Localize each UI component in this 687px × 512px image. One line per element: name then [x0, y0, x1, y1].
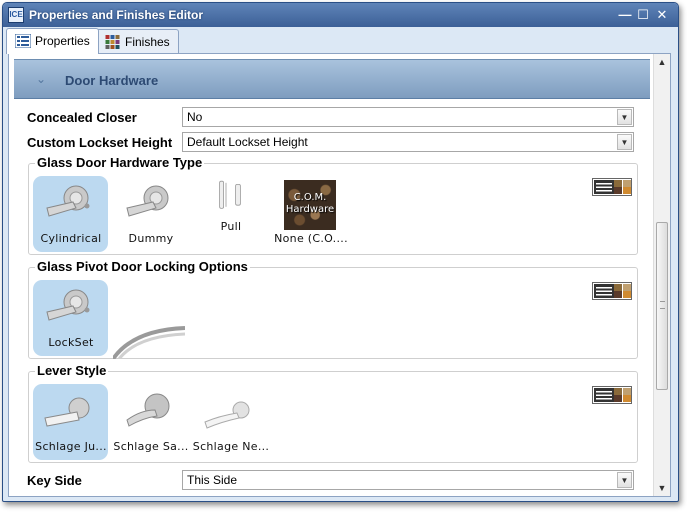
concealed-closer-label: Concealed Closer — [27, 110, 137, 125]
lockset-lever-icon — [46, 289, 90, 321]
lever-style-group: Lever Style Schlage Ju... Schlage Sa... … — [28, 363, 638, 463]
close-button[interactable]: ✕ — [653, 6, 671, 24]
grid-view-icon — [614, 388, 631, 402]
grip-icon — [660, 301, 665, 309]
option-caption: Dummy — [128, 232, 174, 245]
lever-handle-icon — [204, 401, 250, 429]
tab-bar: Properties Finishes — [3, 27, 678, 54]
key-side-label: Key Side — [27, 473, 82, 488]
view-mode-toggle[interactable] — [592, 178, 632, 196]
scroll-up-icon[interactable]: ▲ — [654, 54, 670, 70]
grid-view-icon — [614, 180, 631, 194]
door-hardware-section-header[interactable]: ⌄ Door Hardware — [14, 59, 650, 99]
option-caption: LockSet — [48, 336, 94, 349]
chevron-down-icon[interactable]: ▼ — [617, 134, 632, 150]
option-lockset[interactable]: LockSet — [31, 280, 111, 358]
title-bar[interactable]: ICE Properties and Finishes Editor — ☐ ✕ — [3, 3, 678, 27]
option-caption: Schlage Ju... — [35, 440, 107, 453]
option-schlage-jupiter[interactable]: Schlage Ju... — [31, 384, 111, 462]
grid-view-icon — [614, 284, 631, 298]
option-caption: Schlage Sa... — [113, 440, 189, 453]
app-logo-icon: ICE — [8, 7, 24, 23]
color-grid-icon — [105, 35, 120, 49]
window-title: Properties and Finishes Editor — [29, 8, 204, 22]
tab-properties-label: Properties — [35, 34, 90, 48]
tab-properties[interactable]: Properties — [6, 28, 99, 54]
key-side-row: Key Side This Side ▼ — [27, 470, 637, 490]
com-hardware-thumbnail: C.O.M. Hardware — [283, 178, 337, 230]
maximize-button[interactable]: ☐ — [634, 6, 652, 24]
custom-lockset-height-row: Custom Lockset Height Default Lockset He… — [27, 132, 637, 152]
key-side-value: This Side — [187, 473, 238, 487]
option-caption: Schlage Ne... — [192, 440, 270, 453]
list-icon — [15, 34, 31, 48]
group-title: Lever Style — [35, 363, 109, 378]
group-title: Glass Door Hardware Type — [35, 155, 205, 170]
concealed-closer-row: Concealed Closer No ▼ — [27, 107, 637, 127]
custom-lockset-height-dropdown[interactable]: Default Lockset Height ▼ — [182, 132, 634, 152]
key-side-dropdown[interactable]: This Side ▼ — [182, 470, 634, 490]
list-view-icon — [594, 180, 614, 194]
dummy-lever-icon — [126, 185, 169, 217]
option-schlage-neptune[interactable]: Schlage Ne... — [191, 384, 271, 462]
option-caption: None (C.O.... — [274, 232, 348, 245]
glass-door-hardware-type-group: Glass Door Hardware Type Cylindrical Dum… — [28, 155, 638, 255]
custom-lockset-height-label: Custom Lockset Height — [27, 135, 173, 150]
tab-finishes[interactable]: Finishes — [96, 29, 179, 53]
com-hardware-thumb-text: C.O.M. Hardware — [284, 180, 336, 230]
section-title: Door Hardware — [65, 73, 159, 88]
list-view-icon — [594, 284, 614, 298]
properties-finishes-window: ICE Properties and Finishes Editor — ☐ ✕… — [2, 2, 679, 502]
glass-pivot-locking-group: Glass Pivot Door Locking Options LockSet — [28, 259, 638, 359]
door-pull-icon — [219, 180, 241, 209]
collapse-chevron-icon[interactable]: ⌄ — [36, 72, 46, 86]
group-title: Glass Pivot Door Locking Options — [35, 259, 250, 274]
scroll-down-icon[interactable]: ▼ — [654, 480, 670, 496]
option-dummy[interactable]: Dummy — [111, 176, 191, 254]
minimize-button[interactable]: — — [616, 6, 634, 24]
chevron-down-icon[interactable]: ▼ — [617, 472, 632, 488]
view-mode-toggle[interactable] — [592, 386, 632, 404]
tab-finishes-label: Finishes — [125, 35, 170, 49]
lever-handle-icon — [126, 393, 170, 427]
concealed-closer-value: No — [187, 110, 203, 124]
lever-handle-icon — [46, 185, 90, 217]
option-caption: Pull — [220, 220, 242, 233]
pivot-arc-thumbnail — [113, 326, 185, 359]
option-schlage-saturn[interactable]: Schlage Sa... — [111, 384, 191, 462]
custom-lockset-height-value: Default Lockset Height — [187, 135, 308, 149]
concealed-closer-dropdown[interactable]: No ▼ — [182, 107, 634, 127]
list-view-icon — [594, 388, 614, 402]
lever-handle-icon — [44, 397, 90, 427]
option-caption: Cylindrical — [40, 232, 102, 245]
option-pull[interactable]: Pull — [191, 176, 271, 254]
chevron-down-icon[interactable]: ▼ — [617, 109, 632, 125]
option-none-com[interactable]: C.O.M. Hardware None (C.O.... — [271, 176, 351, 254]
scrollbar-thumb[interactable] — [656, 222, 668, 390]
option-cylindrical[interactable]: Cylindrical — [31, 176, 111, 254]
vertical-scrollbar[interactable]: ▲ ▼ — [653, 54, 670, 496]
view-mode-toggle[interactable] — [592, 282, 632, 300]
properties-panel: ⌄ Door Hardware Concealed Closer No ▼ Cu… — [8, 53, 671, 497]
